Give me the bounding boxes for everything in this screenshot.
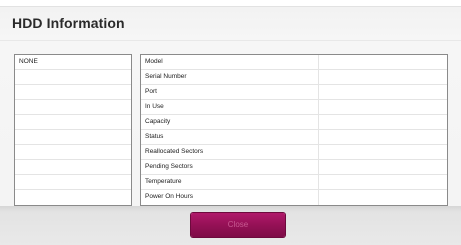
device-list-item[interactable] <box>15 70 131 85</box>
device-list-item[interactable] <box>15 190 131 205</box>
table-row: In Use <box>141 100 447 115</box>
info-value-in-use <box>319 100 447 114</box>
table-row: Serial Number <box>141 70 447 85</box>
info-label-model: Model <box>141 55 319 69</box>
device-list-item[interactable] <box>15 100 131 115</box>
device-list: NONE <box>14 54 132 206</box>
hdd-information-dialog: HDD Information NONE Model Serial Number… <box>0 0 461 245</box>
info-label-reallocated-sectors: Reallocated Sectors <box>141 145 319 159</box>
info-label-in-use: In Use <box>141 100 319 114</box>
info-value-serial-number <box>319 70 447 84</box>
info-value-port <box>319 85 447 99</box>
header-divider <box>0 40 461 41</box>
info-label-pending-sectors: Pending Sectors <box>141 160 319 174</box>
info-value-reallocated-sectors <box>319 145 447 159</box>
device-list-item[interactable] <box>15 130 131 145</box>
dialog-title: HDD Information <box>12 15 125 31</box>
device-list-item[interactable] <box>15 85 131 100</box>
info-label-temperature: Temperature <box>141 175 319 189</box>
device-list-item[interactable]: NONE <box>15 55 131 70</box>
info-label-port: Port <box>141 85 319 99</box>
info-value-status <box>319 130 447 144</box>
table-row: Status <box>141 130 447 145</box>
info-label-serial-number: Serial Number <box>141 70 319 84</box>
table-row: Temperature <box>141 175 447 190</box>
device-list-item[interactable] <box>15 115 131 130</box>
hdd-info-table: Model Serial Number Port In Use Capacity… <box>140 54 448 206</box>
device-list-item[interactable] <box>15 175 131 190</box>
table-row: Reallocated Sectors <box>141 145 447 160</box>
info-value-pending-sectors <box>319 160 447 174</box>
table-row: Model <box>141 55 447 70</box>
table-row: Port <box>141 85 447 100</box>
close-button[interactable]: Close <box>191 213 285 237</box>
info-label-power-on-hours: Power On Hours <box>141 190 319 205</box>
device-list-item[interactable] <box>15 160 131 175</box>
info-label-capacity: Capacity <box>141 115 319 129</box>
info-value-temperature <box>319 175 447 189</box>
info-label-status: Status <box>141 130 319 144</box>
dialog-top-edge <box>0 0 461 7</box>
table-row: Capacity <box>141 115 447 130</box>
info-value-capacity <box>319 115 447 129</box>
info-value-power-on-hours <box>319 190 447 205</box>
device-list-item[interactable] <box>15 145 131 160</box>
table-row: Pending Sectors <box>141 160 447 175</box>
table-row: Power On Hours <box>141 190 447 205</box>
info-value-model <box>319 55 447 69</box>
